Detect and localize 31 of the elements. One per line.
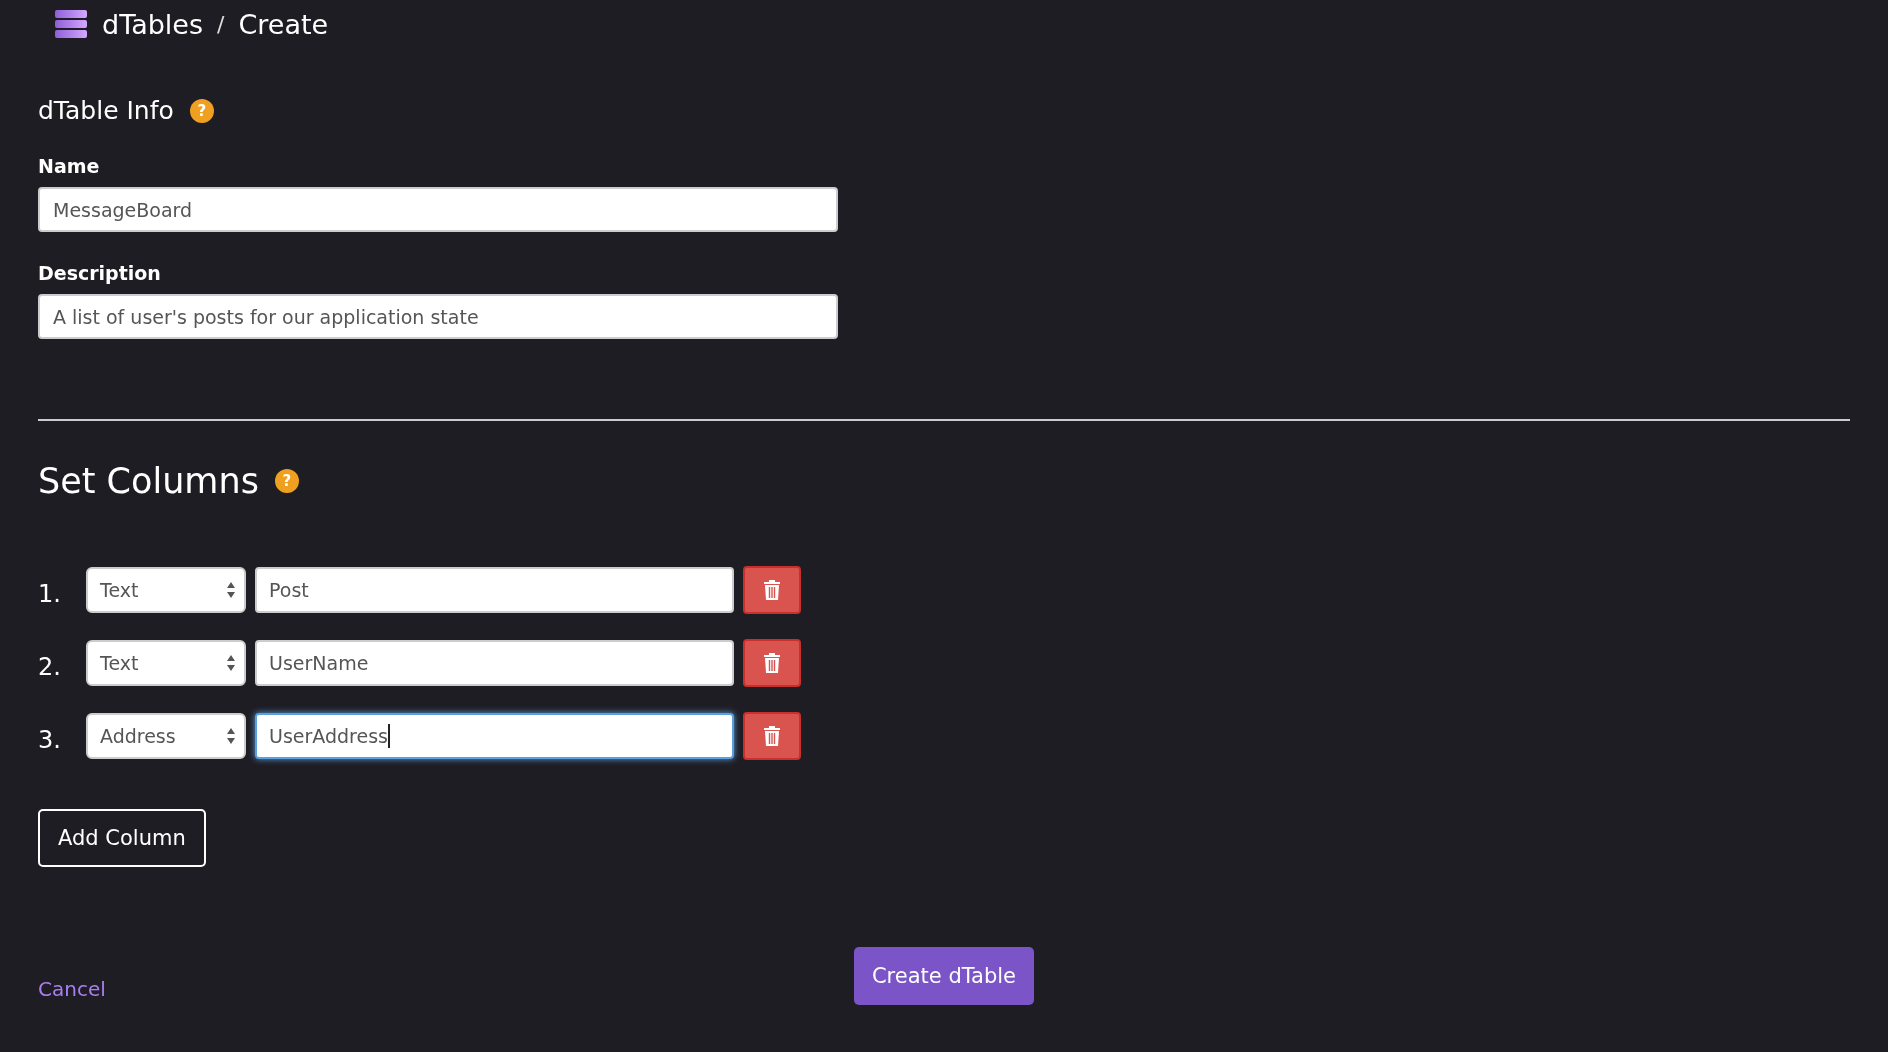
sort-arrows-icon [226, 654, 236, 672]
type-select[interactable]: Text [86, 567, 246, 613]
trash-icon [762, 725, 782, 747]
cancel-link[interactable]: Cancel [38, 977, 106, 1005]
breadcrumb-separator: / [217, 11, 225, 37]
type-select[interactable]: Text [86, 640, 246, 686]
sort-arrows-icon [226, 727, 236, 745]
field-label: Name [38, 155, 100, 177]
type-select[interactable]: Address [86, 713, 246, 759]
column-name-field[interactable]: UserName [255, 640, 734, 686]
delete-button[interactable] [743, 712, 801, 760]
delete-button[interactable] [743, 566, 801, 614]
page-title: Create [238, 8, 329, 40]
row-number: 2. [38, 652, 62, 681]
create-button[interactable]: Create dTable [853, 947, 1035, 1005]
section-title: Set Columns [38, 461, 259, 501]
row-number: 1. [38, 579, 62, 608]
trash-icon [762, 579, 782, 601]
column-name-field[interactable]: Post [255, 567, 734, 613]
delete-button[interactable] [743, 639, 801, 687]
column-name-field[interactable]: UserAddress [255, 713, 734, 759]
field-label: Description [38, 262, 161, 284]
row-number: 3. [38, 725, 62, 754]
add-column-button[interactable]: Add Column [38, 809, 206, 867]
breadcrumb-link[interactable]: dTables [102, 8, 204, 40]
section-title: dTable Info [38, 96, 174, 125]
sort-arrows-icon [226, 581, 236, 599]
stack-icon [54, 9, 88, 39]
text-field[interactable]: A list of user's posts for our application state [38, 294, 838, 339]
trash-icon [762, 652, 782, 674]
text-field[interactable]: MessageBoard [38, 187, 838, 232]
